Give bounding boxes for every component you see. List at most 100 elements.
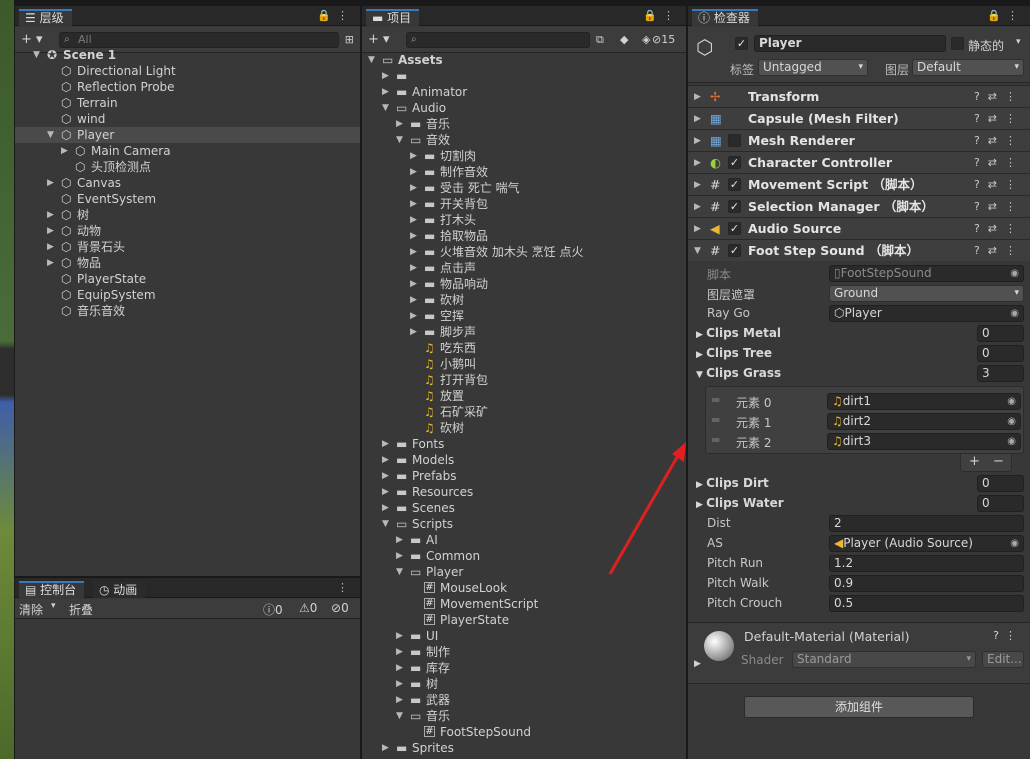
chevron-right-icon[interactable]: ▶ (382, 740, 389, 756)
chevron-down-icon[interactable]: ▼ (396, 564, 403, 580)
chevron-right-icon[interactable]: ▶ (410, 260, 417, 276)
project-row[interactable]: ▶ ▬ 开关背包 (362, 196, 686, 212)
pitch-crouch-field[interactable]: 0.5 (829, 595, 1024, 612)
static-dropdown-icon[interactable]: ▾ (1016, 37, 1021, 47)
project-row[interactable]: ▶ ▬ 制作音效 (362, 164, 686, 180)
project-row[interactable]: ♫ 石矿采矿 (362, 404, 686, 420)
element-field[interactable]: ♫dirt3 ◉ (827, 433, 1021, 450)
clips-metal-foldout[interactable]: ▶ Clips Metal (696, 326, 781, 340)
chevron-right-icon[interactable]: ▶ (382, 468, 389, 484)
component-enabled-checkbox[interactable]: ✓ (728, 178, 741, 191)
create-asset-button[interactable]: + ▾ (368, 32, 390, 47)
clips-dirt-foldout[interactable]: ▶ Clips Dirt (696, 476, 769, 490)
element-field[interactable]: ♫dirt1 ◉ (827, 393, 1021, 410)
clips-tree-foldout[interactable]: ▶ Clips Tree (696, 346, 772, 360)
component-menu-icons[interactable]: ?⇄⋮ (974, 240, 1024, 262)
chevron-right-icon[interactable]: ▶ (382, 452, 389, 468)
chevron-right-icon[interactable]: ▶ (382, 484, 389, 500)
menu-icon[interactable]: ⋮ (1007, 9, 1024, 22)
error-count[interactable]: ⊘0 (331, 601, 349, 615)
gameobject-icon[interactable]: ⬡ (696, 35, 713, 59)
chevron-right-icon[interactable]: ▶ (382, 84, 389, 100)
hierarchy-row[interactable]: ⬡ wind (15, 111, 360, 127)
component-header[interactable]: ▶ ✢ Transform ?⇄⋮ (688, 85, 1030, 107)
project-row[interactable]: ▶ ▬ UI (362, 628, 686, 644)
component-enabled-checkbox[interactable]: ✓ (728, 156, 741, 169)
component-menu-icons[interactable]: ?⇄⋮ (974, 108, 1024, 130)
component-header[interactable]: ▶ ◀ ✓ Audio Source ?⇄⋮ (688, 217, 1030, 239)
add-element-button[interactable]: + (969, 454, 980, 470)
chevron-right-icon[interactable]: ▶ (410, 228, 417, 244)
menu-icon[interactable]: ⋮ (663, 9, 680, 22)
warn-count[interactable]: ⚠0 (299, 601, 317, 615)
layermask-dropdown[interactable]: Ground ▾ (829, 285, 1024, 302)
chevron-right-icon[interactable]: ▶ (410, 324, 417, 340)
hierarchy-row[interactable]: ⬡ Terrain (15, 95, 360, 111)
tab-animation[interactable]: ◷ 动画 (93, 581, 146, 598)
raygo-field[interactable]: ⬡Player ◉ (829, 305, 1024, 322)
clips-grass-foldout[interactable]: ▼ Clips Grass (696, 366, 781, 380)
component-header[interactable]: ▼ # ✓ Foot Step Sound （脚本） ?⇄⋮ (688, 239, 1030, 261)
component-menu-icons[interactable]: ?⇄⋮ (974, 152, 1024, 174)
project-row[interactable]: ▶ ▬ 火堆音效 加木头 烹饪 点火 (362, 244, 686, 260)
chevron-right-icon[interactable]: ▶ (396, 116, 403, 132)
chevron-right-icon[interactable]: ▶ (694, 218, 701, 240)
component-header[interactable]: ▶ # ✓ Movement Script （脚本） ?⇄⋮ (688, 173, 1030, 195)
drag-handle-icon[interactable]: ═ (712, 393, 719, 407)
chevron-down-icon[interactable]: ▼ (382, 100, 389, 116)
drag-handle-icon[interactable]: ═ (712, 413, 719, 427)
project-row[interactable]: # MouseLook (362, 580, 686, 596)
clips-water-foldout[interactable]: ▶ Clips Water (696, 496, 784, 510)
project-row[interactable]: ▶ ▬ 树 (362, 676, 686, 692)
component-header[interactable]: ▶ ◐ ✓ Character Controller ?⇄⋮ (688, 151, 1030, 173)
hierarchy-row[interactable]: ▶ ⬡ 动物 (15, 223, 360, 239)
layer-dropdown[interactable]: Default ▾ (912, 59, 1024, 76)
chevron-right-icon[interactable]: ▶ (47, 223, 54, 239)
pitch-walk-field[interactable]: 0.9 (829, 575, 1024, 592)
project-row[interactable]: ▶ ▬ 受击 死亡 喘气 (362, 180, 686, 196)
clips-water-size[interactable]: 0 (977, 495, 1024, 512)
chevron-right-icon[interactable]: ▶ (694, 108, 701, 130)
tag-dropdown[interactable]: Untagged ▾ (758, 59, 868, 76)
project-row[interactable]: # FootStepSound (362, 724, 686, 740)
project-row[interactable]: ▶ ▬ 空挥 (362, 308, 686, 324)
project-row[interactable]: ▶ ▬ 音乐 (362, 116, 686, 132)
component-enabled-checkbox[interactable] (728, 134, 741, 147)
chevron-right-icon[interactable]: ▶ (47, 255, 54, 271)
hierarchy-search-input[interactable]: ⌕ All (59, 32, 339, 48)
project-row[interactable]: ▶ ▬ 点击声 (362, 260, 686, 276)
pitch-run-field[interactable]: 1.2 (829, 555, 1024, 572)
tab-console[interactable]: ▤ 控制台 (19, 581, 85, 598)
project-row[interactable]: ▼ ▭ Audio (362, 100, 686, 116)
hierarchy-row[interactable]: ⬡ 头顶检测点 (15, 159, 360, 175)
chevron-right-icon[interactable]: ▶ (396, 660, 403, 676)
chevron-right-icon[interactable]: ▶ (410, 164, 417, 180)
chevron-down-icon[interactable]: ▼ (396, 708, 403, 724)
clips-tree-size[interactable]: 0 (977, 345, 1024, 362)
project-row[interactable]: ▶ ▬ 砍树 (362, 292, 686, 308)
chevron-right-icon[interactable]: ▶ (410, 244, 417, 260)
menu-icon[interactable]: ⋮ (337, 9, 354, 22)
chevron-right-icon[interactable]: ▶ (410, 180, 417, 196)
component-header[interactable]: ▶ # ✓ Selection Manager （脚本） ?⇄⋮ (688, 195, 1030, 217)
chevron-right-icon[interactable]: ▶ (396, 676, 403, 692)
hierarchy-row[interactable]: ▶ ⬡ Main Camera (15, 143, 360, 159)
create-button[interactable]: + ▾ (21, 32, 43, 47)
active-checkbox[interactable]: ✓ (735, 37, 748, 50)
project-row[interactable]: ▶ ▬ 物品响动 (362, 276, 686, 292)
project-row[interactable]: ▶ ▬ 打木头 (362, 212, 686, 228)
project-row[interactable]: ♫ 砍树 (362, 420, 686, 436)
add-component-button[interactable]: 添加组件 (744, 696, 974, 718)
hierarchy-row[interactable]: ⬡ EquipSystem (15, 287, 360, 303)
chevron-right-icon[interactable]: ▶ (382, 68, 389, 84)
project-row[interactable]: ▼ ▭ 音效 (362, 132, 686, 148)
chevron-right-icon[interactable]: ▶ (410, 292, 417, 308)
lock-icon[interactable]: 🔒 (317, 9, 337, 22)
component-enabled-checkbox[interactable]: ✓ (728, 222, 741, 235)
project-row[interactable]: ▼ ▭ Assets (362, 52, 686, 68)
component-menu-icons[interactable]: ?⇄⋮ (974, 218, 1024, 240)
chevron-right-icon[interactable]: ▶ (47, 175, 54, 191)
hierarchy-row[interactable]: ⬡ PlayerState (15, 271, 360, 287)
clips-metal-size[interactable]: 0 (977, 325, 1024, 342)
remove-element-button[interactable]: − (993, 454, 1004, 470)
